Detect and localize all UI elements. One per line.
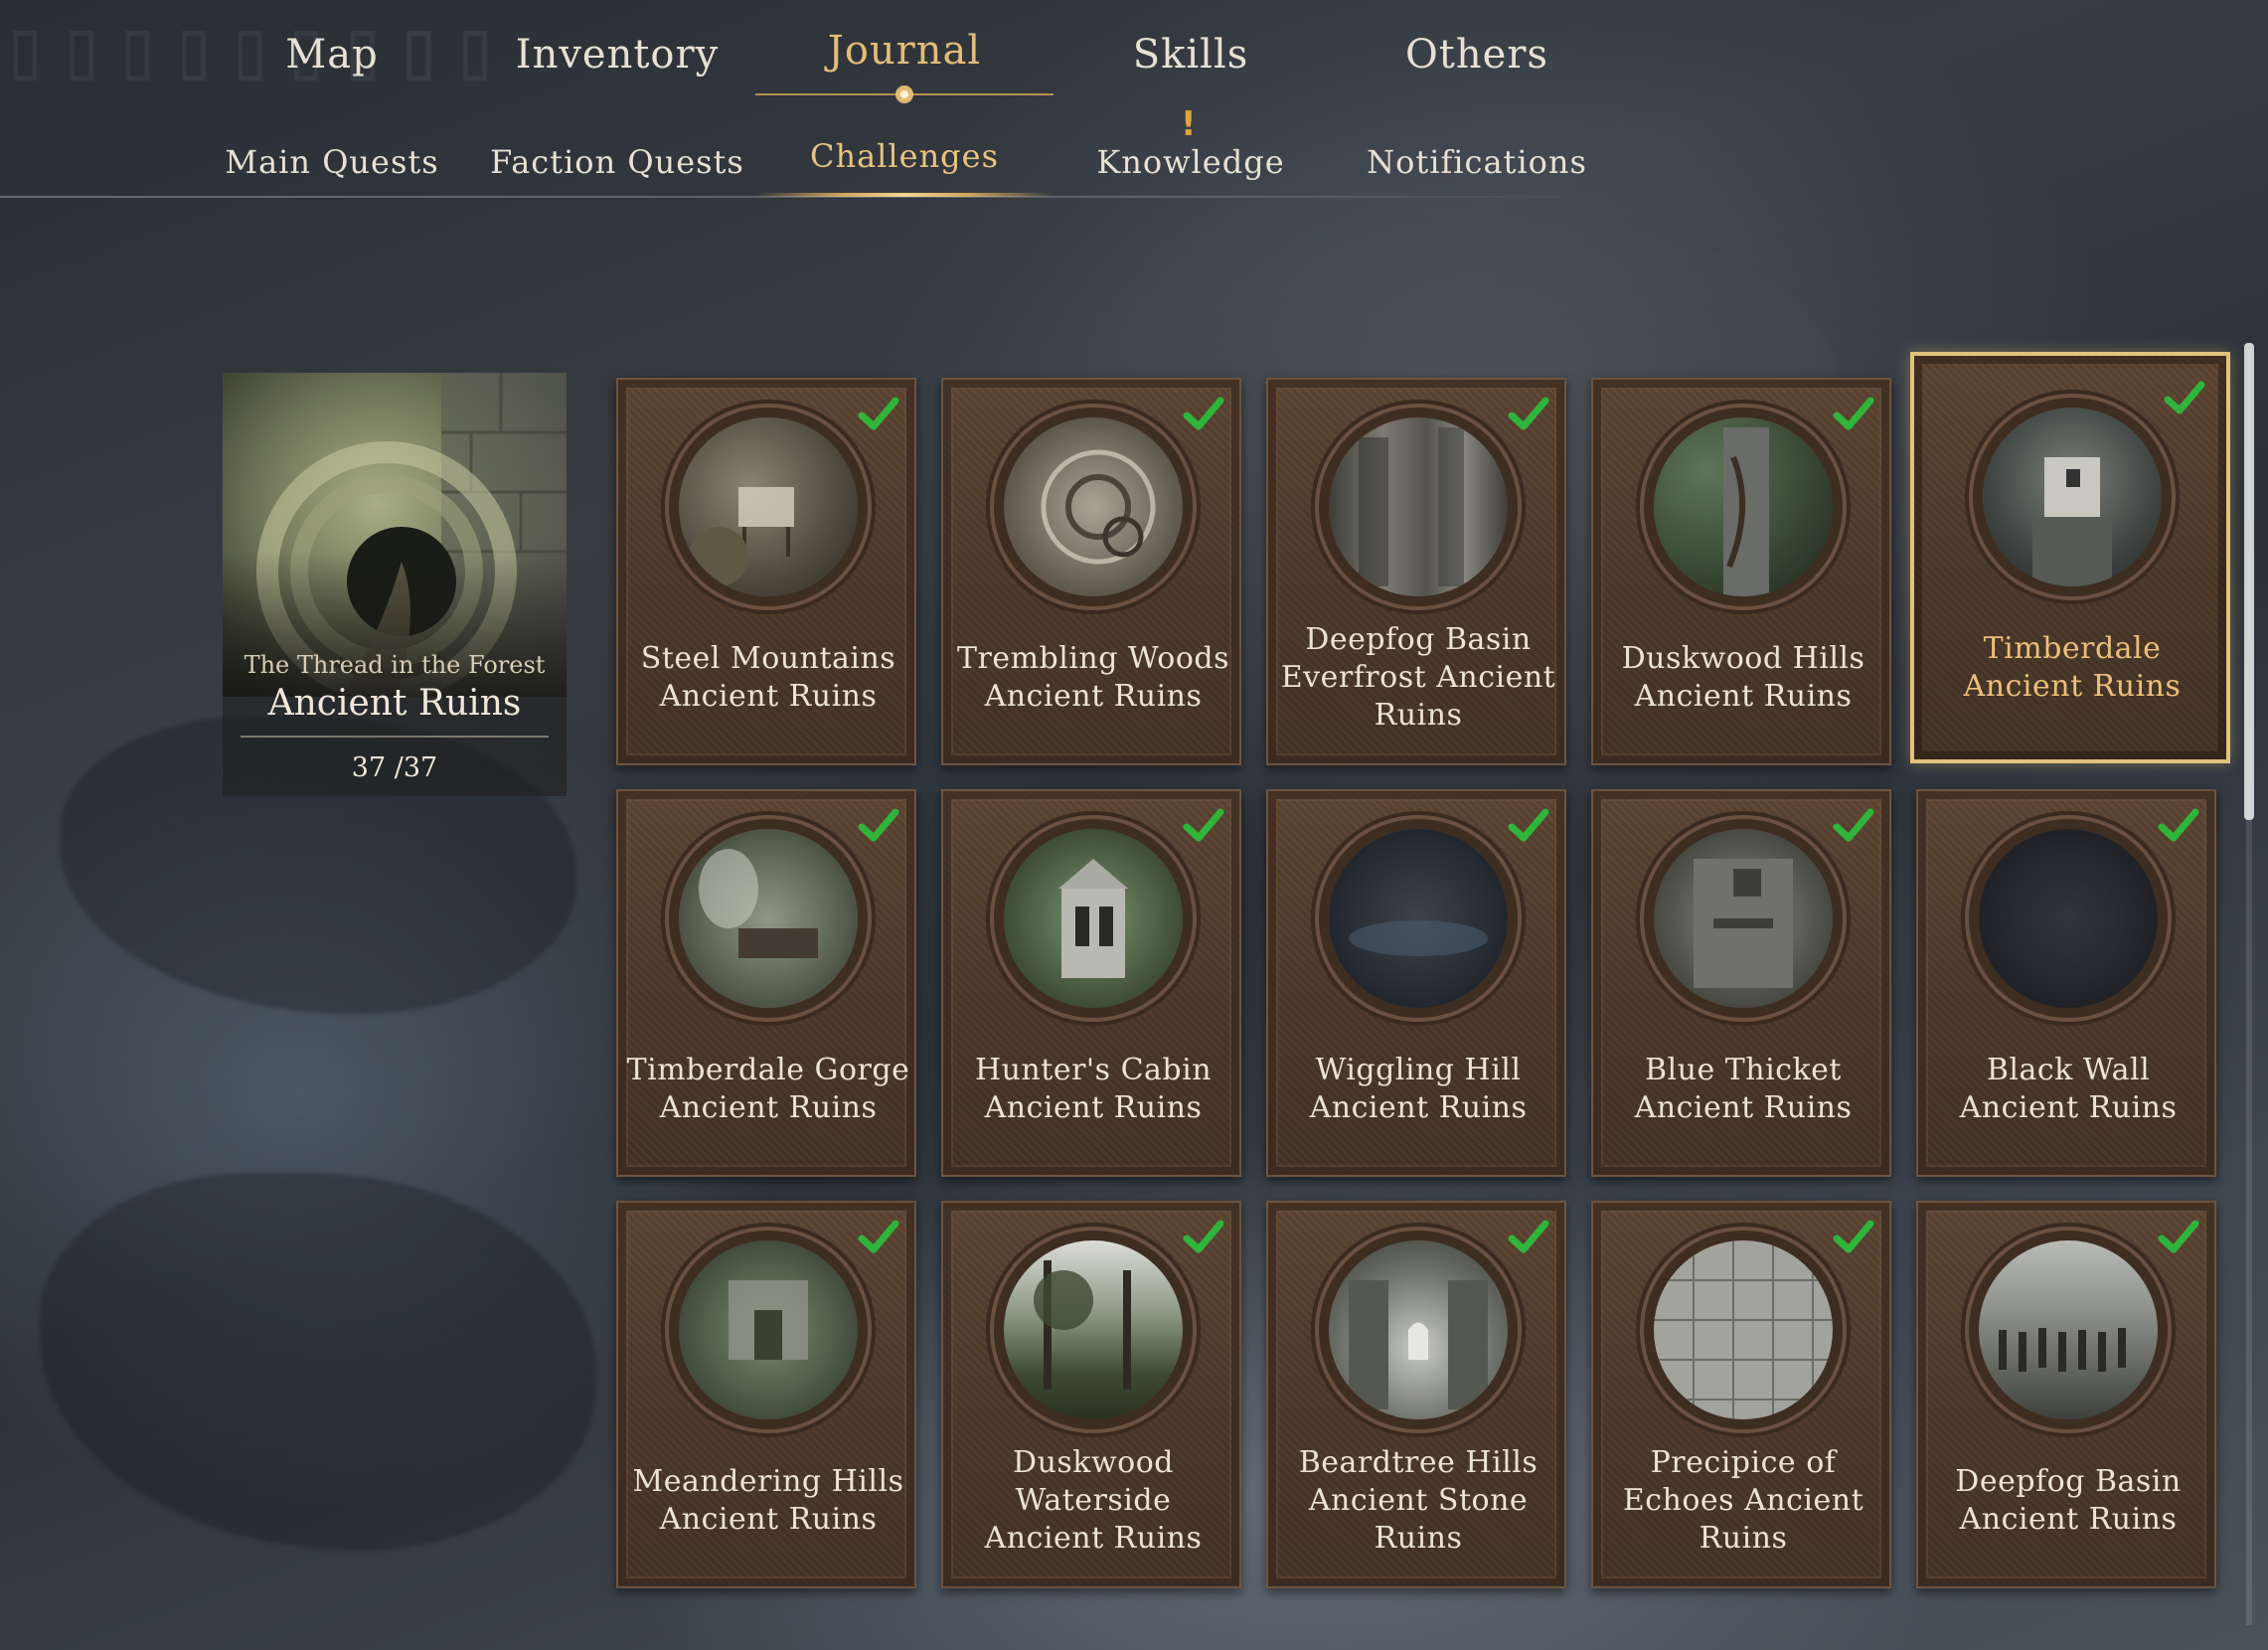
checkmark-icon [1508, 808, 1549, 842]
card-label: Timberdale Gorge Ancient Ruins [626, 1053, 910, 1125]
card-label: Meandering Hills Ancient Ruins [632, 1464, 904, 1537]
checkmark-icon [1508, 1220, 1549, 1253]
checkmark-icon [1508, 397, 1549, 430]
card-label: Wiggling Hill Ancient Ruins [1309, 1053, 1528, 1125]
sub-tab-bar: Main Quests Faction Quests Challenges Kn… [0, 129, 2268, 199]
card-label: Deepfog Basin Ancient Ruins [1955, 1464, 2182, 1537]
challenge-card-duskwood-hills[interactable]: Duskwood Hills Ancient Ruins [1591, 378, 1891, 765]
card-label: Hunter's Cabin Ancient Ruins [974, 1053, 1213, 1125]
tab-journal[interactable]: Journal [755, 28, 1053, 74]
completion-count: 37 /37 [351, 752, 438, 783]
checkmark-icon [1833, 808, 1874, 842]
active-tab-ornament [755, 85, 1053, 103]
location-thumbnail [1654, 1240, 1833, 1419]
challenge-card-deepfog-basin[interactable]: Deepfog Basin Ancient Ruins [1916, 1201, 2216, 1588]
tab-skills[interactable]: Skills [1042, 32, 1340, 78]
challenge-card-meandering-hills[interactable]: Meandering Hills Ancient Ruins [616, 1201, 916, 1588]
location-thumbnail [1329, 417, 1508, 596]
checkmark-icon [2158, 808, 2199, 842]
top-tab-bar: Map Inventory Journal Skills Others [0, 0, 2268, 109]
checkmark-icon [1183, 397, 1224, 430]
location-thumbnail [1979, 829, 2158, 1008]
checkmark-icon [858, 397, 899, 430]
card-label: Duskwood Hills Ancient Ruins [1621, 641, 1865, 714]
subtab-main-quests[interactable]: Main Quests [183, 143, 481, 181]
tab-inventory[interactable]: Inventory [468, 32, 766, 78]
summary-subtitle: The Thread in the Forest [243, 651, 546, 679]
card-label: Blue Thicket Ancient Ruins [1634, 1053, 1853, 1125]
card-label: Steel Mountains Ancient Ruins [640, 641, 896, 714]
location-thumbnail [679, 417, 858, 596]
challenge-card-blue-thicket[interactable]: Blue Thicket Ancient Ruins [1591, 789, 1891, 1177]
challenge-card-timberdale-gorge[interactable]: Timberdale Gorge Ancient Ruins [616, 789, 916, 1177]
card-label: Trembling Woods Ancient Ruins [956, 641, 1230, 714]
exclamation-icon: ! [1181, 104, 1197, 144]
challenge-card-black-wall[interactable]: Black Wall Ancient Ruins [1916, 789, 2216, 1177]
subtab-faction-quests[interactable]: Faction Quests [468, 143, 766, 181]
card-label: Timberdale Ancient Ruins [1963, 631, 2182, 704]
checkmark-icon [1183, 1220, 1224, 1253]
location-thumbnail [1979, 1240, 2158, 1419]
nav-divider [0, 196, 1610, 198]
location-thumbnail [1654, 417, 1833, 596]
checkmark-icon [2164, 381, 2205, 414]
subtab-notifications[interactable]: Notifications [1328, 143, 1626, 181]
location-thumbnail [1983, 408, 2162, 586]
challenge-card-trembling-woods[interactable]: Trembling Woods Ancient Ruins [941, 378, 1241, 765]
location-thumbnail [679, 1240, 858, 1419]
challenge-card-beardtree-hills[interactable]: Beardtree Hills Ancient Stone Ruins [1266, 1201, 1566, 1588]
summary-title: Ancient Ruins [267, 683, 522, 724]
ruins-tunnel-image [223, 373, 567, 697]
checkmark-icon [1833, 397, 1874, 430]
tab-map[interactable]: Map [183, 32, 481, 78]
location-thumbnail [1329, 829, 1508, 1008]
subtab-knowledge[interactable]: Knowledge [1042, 143, 1340, 181]
challenge-card-duskwood-waterside[interactable]: Duskwood Waterside Ancient Ruins [941, 1201, 1241, 1588]
challenge-card-timberdale[interactable]: Timberdale Ancient Ruins [1910, 352, 2230, 763]
summary-divider [241, 736, 549, 738]
card-label: Precipice of Echoes Ancient Ruins [1622, 1445, 1864, 1556]
location-thumbnail [1654, 829, 1833, 1008]
card-label: Black Wall Ancient Ruins [1959, 1053, 2178, 1125]
challenge-card-wiggling-hill[interactable]: Wiggling Hill Ancient Ruins [1266, 789, 1566, 1177]
checkmark-icon [858, 808, 899, 842]
location-thumbnail [1004, 829, 1183, 1008]
checkmark-icon [1833, 1220, 1874, 1253]
subtab-challenges[interactable]: Challenges [755, 137, 1053, 175]
checkmark-icon [1183, 808, 1224, 842]
challenge-grid: Steel Mountains Ancient Ruins Trembling … [616, 352, 2230, 1588]
card-label: Beardtree Hills Ancient Stone Ruins [1298, 1445, 1539, 1556]
card-label: Duskwood Waterside Ancient Ruins [984, 1445, 1203, 1556]
location-thumbnail [1329, 1240, 1508, 1419]
challenge-card-deepfog-everfrost[interactable]: Deepfog Basin Everfrost Ancient Ruins [1266, 378, 1566, 765]
challenge-card-hunters-cabin[interactable]: Hunter's Cabin Ancient Ruins [941, 789, 1241, 1177]
category-summary-card: The Thread in the Forest Ancient Ruins 3… [223, 373, 567, 796]
challenge-card-precipice-of-echoes[interactable]: Precipice of Echoes Ancient Ruins [1591, 1201, 1891, 1588]
scrollbar-thumb[interactable] [2244, 343, 2254, 820]
card-label: Deepfog Basin Everfrost Ancient Ruins [1280, 622, 1556, 733]
location-thumbnail [1004, 1240, 1183, 1419]
checkmark-icon [858, 1220, 899, 1253]
challenge-card-steel-mountains[interactable]: Steel Mountains Ancient Ruins [616, 378, 916, 765]
tab-others[interactable]: Others [1328, 32, 1626, 78]
checkmark-icon [2158, 1220, 2199, 1253]
location-thumbnail [1004, 417, 1183, 596]
location-thumbnail [679, 829, 858, 1008]
